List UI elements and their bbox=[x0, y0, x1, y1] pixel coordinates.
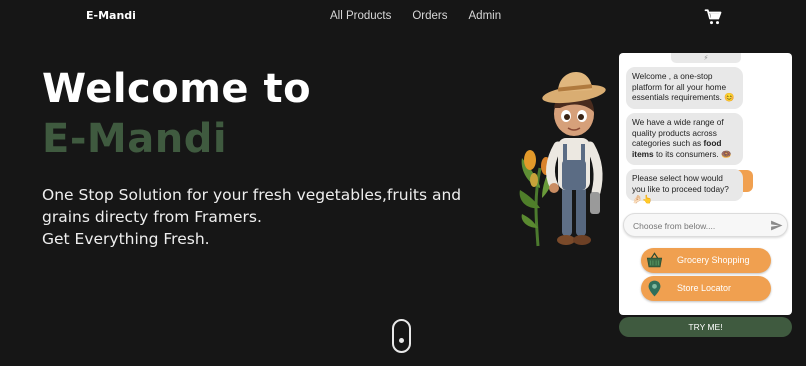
scroll-indicator[interactable] bbox=[392, 319, 411, 353]
hero-subtitle-line: Get Everything Fresh. bbox=[42, 230, 210, 248]
brand[interactable]: E-Mandi bbox=[72, 9, 136, 22]
chat-message: Welcome , a one-stop platform for all yo… bbox=[626, 67, 743, 109]
nav-links: All Products Orders Admin bbox=[330, 10, 501, 22]
chat-message-text: to its consumers. 🍩 bbox=[653, 148, 732, 159]
hero-title-line1: Welcome to bbox=[42, 66, 312, 112]
chat-input[interactable] bbox=[633, 218, 761, 233]
chat-input-bar bbox=[623, 213, 788, 237]
farmer-illustration bbox=[519, 72, 606, 247]
option-label: Store Locator bbox=[677, 283, 732, 293]
send-icon[interactable] bbox=[770, 219, 783, 232]
option-store-locator-button[interactable]: Store Locator bbox=[641, 276, 771, 301]
hero-subtitle: One Stop Solution for your fresh vegetab… bbox=[42, 184, 482, 250]
logo-icon bbox=[72, 10, 82, 21]
chat-message: Please select how would you like to proc… bbox=[626, 169, 743, 204]
navbar: E-Mandi All Products Orders Admin bbox=[0, 0, 806, 34]
map-pin-icon bbox=[648, 280, 661, 297]
hero-subtitle-line: One Stop Solution for your fresh vegetab… bbox=[42, 186, 462, 204]
hero-title-line2: E-Mandi bbox=[42, 116, 228, 162]
scroll-dot bbox=[399, 338, 404, 343]
chatbot-panel: ⚡ Welcome , a one-stop platform for all … bbox=[619, 53, 792, 315]
option-label: Grocery Shopping bbox=[677, 255, 750, 265]
chat-header-tag: ⚡ bbox=[671, 53, 741, 63]
option-grocery-shopping-button[interactable]: Grocery Shopping bbox=[641, 248, 771, 273]
basket-icon bbox=[646, 252, 663, 268]
nav-link-all-products[interactable]: All Products bbox=[330, 10, 391, 22]
nav-link-admin[interactable]: Admin bbox=[469, 10, 502, 22]
shopping-cart-icon[interactable] bbox=[704, 8, 722, 26]
hero-subtitle-line: grains directy from Framers. bbox=[42, 208, 262, 226]
try-me-button[interactable]: TRY ME! bbox=[619, 317, 792, 337]
chat-message: We have a wide range of quality products… bbox=[626, 113, 743, 165]
nav-link-orders[interactable]: Orders bbox=[412, 10, 447, 22]
brand-name: E-Mandi bbox=[86, 9, 136, 22]
